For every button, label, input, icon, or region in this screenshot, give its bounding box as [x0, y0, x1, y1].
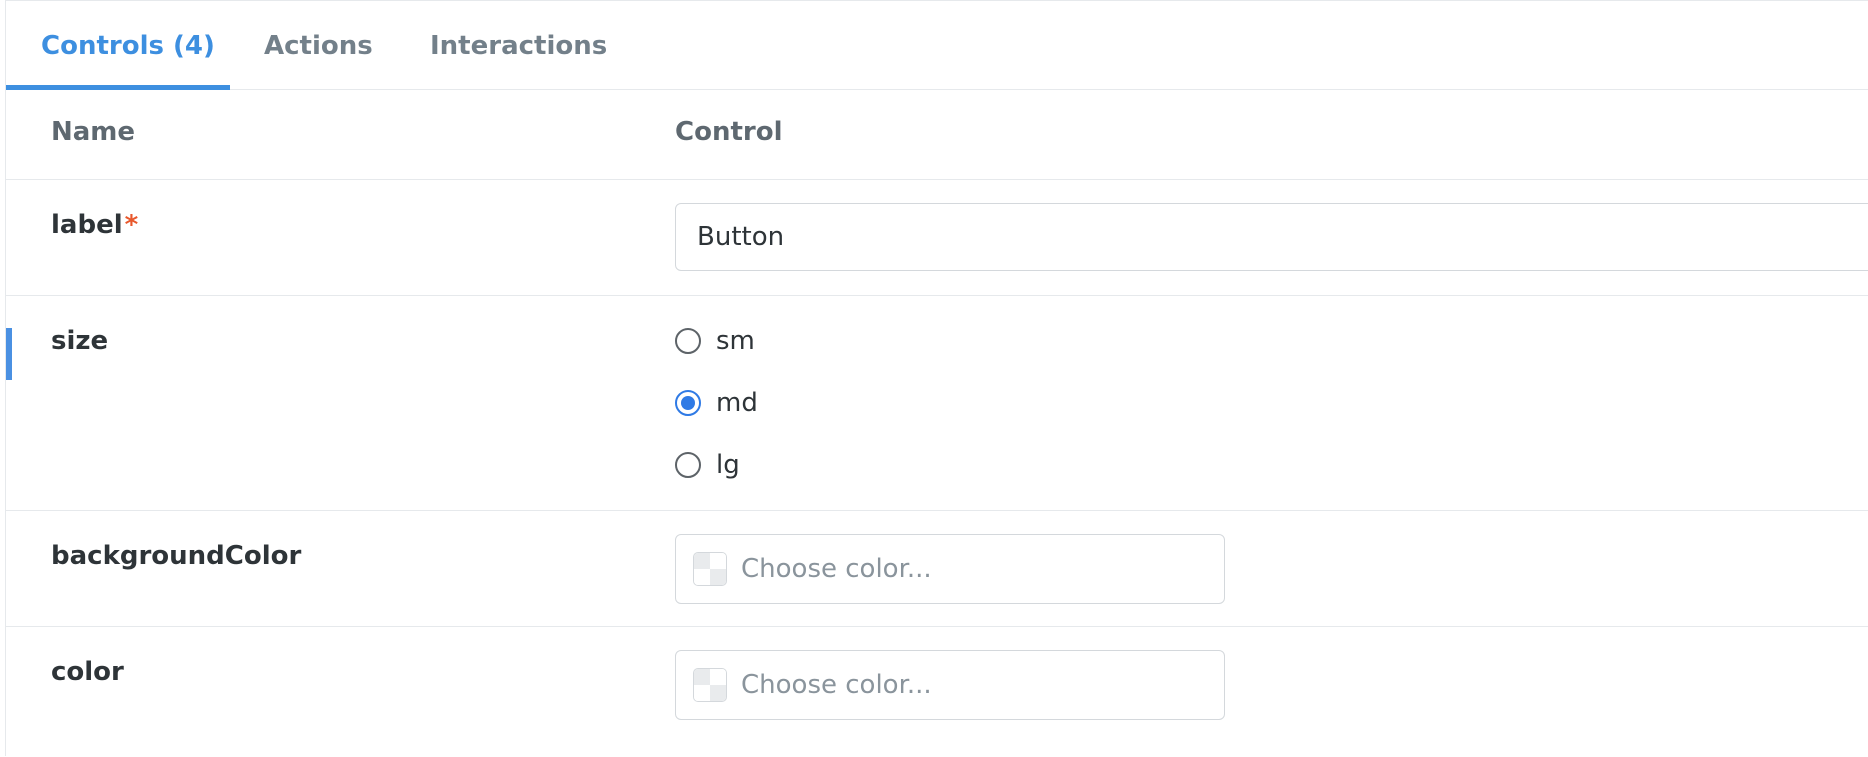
tab-controls[interactable]: Controls (4) [41, 1, 215, 90]
tab-actions[interactable]: Actions [264, 1, 373, 90]
color-picker-input[interactable]: Choose color... [675, 650, 1225, 720]
color-swatch-icon[interactable] [693, 552, 727, 586]
tab-controls-label: Controls (4) [41, 31, 215, 61]
radio-lg[interactable] [675, 452, 701, 478]
table-row-backgroundcolor: backgroundColor Choose color... [6, 511, 1868, 627]
column-header-control: Control [675, 117, 783, 147]
radio-md[interactable] [675, 390, 701, 416]
tab-actions-label: Actions [264, 31, 373, 61]
required-asterisk: * [124, 210, 139, 240]
radio-sm[interactable] [675, 328, 701, 354]
size-option-sm[interactable]: sm [675, 324, 755, 358]
controls-panel: Controls (4) Actions Interactions Name C… [5, 0, 1868, 756]
label-text-input[interactable] [675, 203, 1868, 271]
table-row-size: size sm md lg [6, 296, 1868, 511]
backgroundcolor-picker-input[interactable]: Choose color... [675, 534, 1225, 604]
table-header-row: Name Control [6, 90, 1868, 180]
radio-md-label: md [716, 388, 758, 418]
table-row-color: color Choose color... [6, 627, 1868, 757]
prop-name-label-text: label [51, 210, 123, 240]
table-row-label: label* [6, 180, 1868, 296]
column-header-name: Name [51, 117, 136, 147]
prop-name-backgroundcolor: backgroundColor [51, 541, 302, 571]
size-option-lg[interactable]: lg [675, 448, 740, 482]
color-placeholder: Choose color... [741, 670, 932, 700]
radio-lg-label: lg [716, 450, 740, 480]
color-swatch-icon[interactable] [693, 668, 727, 702]
radio-checked-dot [681, 396, 695, 410]
prop-name-color: color [51, 657, 124, 687]
tab-interactions[interactable]: Interactions [430, 1, 607, 90]
tab-interactions-label: Interactions [430, 31, 608, 61]
prop-name-label: label* [51, 210, 138, 240]
radio-sm-label: sm [716, 326, 755, 356]
prop-name-size: size [51, 326, 109, 356]
backgroundcolor-placeholder: Choose color... [741, 554, 932, 584]
addon-tabs: Controls (4) Actions Interactions [6, 1, 1868, 90]
size-option-md[interactable]: md [675, 386, 758, 420]
